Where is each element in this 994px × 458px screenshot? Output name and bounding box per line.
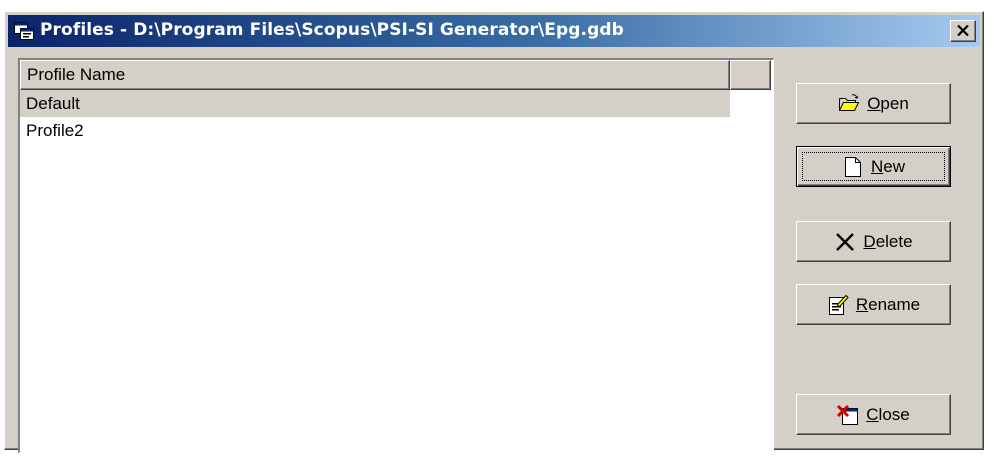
open-label: pen	[880, 93, 909, 113]
profiles-dialog: Profiles - D:\Program Files\Scopus\PSI-S…	[4, 11, 984, 453]
list-item[interactable]: Profile2	[20, 117, 730, 144]
profiles-app-icon	[14, 22, 34, 40]
profile-list[interactable]: Profile Name Default Profile2	[18, 58, 774, 453]
rename-edit-icon	[828, 294, 849, 315]
close-label: lose	[878, 404, 910, 424]
folder-open-icon	[839, 93, 860, 111]
delete-mnemonic: D	[863, 231, 876, 251]
delete-button[interactable]: Delete	[796, 221, 951, 262]
close-x-icon	[957, 25, 969, 36]
close-button[interactable]: Close	[796, 394, 951, 435]
new-button[interactable]: New	[796, 146, 951, 187]
column-header-label: Profile Name	[27, 65, 126, 84]
window-title: Profiles - D:\Program Files\Scopus\PSI-S…	[40, 20, 624, 40]
profile-rows: Default Profile2	[20, 90, 773, 144]
open-button[interactable]: Open	[796, 83, 951, 124]
rename-mnemonic: R	[855, 294, 869, 314]
column-header-filler	[730, 60, 771, 90]
delete-x-icon	[836, 232, 855, 251]
open-mnemonic: O	[867, 93, 881, 113]
delete-label: elete	[875, 231, 913, 251]
close-mnemonic: C	[866, 404, 879, 424]
rename-button[interactable]: Rename	[796, 284, 951, 325]
title-bar[interactable]: Profiles - D:\Program Files\Scopus\PSI-S…	[8, 15, 980, 47]
close-door-icon	[837, 404, 859, 425]
focus-ring	[802, 152, 945, 181]
window-close-button[interactable]	[950, 20, 976, 42]
list-item[interactable]: Default	[20, 90, 730, 117]
column-header-profile-name[interactable]: Profile Name	[20, 60, 730, 90]
rename-label: ename	[868, 294, 921, 314]
